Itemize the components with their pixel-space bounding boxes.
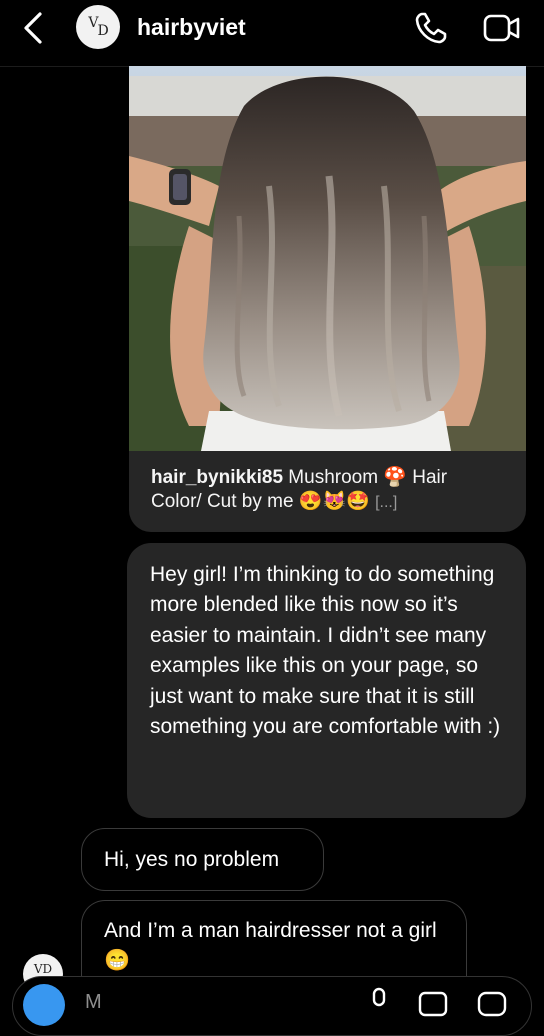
post-caption: hair_bynikki85 Mushroom 🍄 Hair Color/ Cu… xyxy=(151,466,511,515)
caption-text-line2: Color/ Cut by me 😍😻🤩 xyxy=(151,491,376,512)
message-text: And I’m a man hairdresser not a girl 😁 xyxy=(104,919,437,972)
avatar-initial-d: D xyxy=(97,23,108,39)
caption-more: [...] xyxy=(375,494,398,511)
microphone-icon[interactable] xyxy=(367,987,391,1017)
gallery-icon[interactable] xyxy=(417,987,449,1017)
caption-text-line1: Mushroom 🍄 Hair xyxy=(283,467,448,488)
video-camera-icon[interactable] xyxy=(482,10,522,46)
message-text: Hi, yes no problem xyxy=(104,848,280,871)
post-author[interactable]: hair_bynikki85 xyxy=(151,467,283,488)
message-bubble-outgoing[interactable]: Hey girl! I’m thinking to do something m… xyxy=(127,543,526,818)
shared-post[interactable]: hair_bynikki85 Mushroom 🍄 Hair Color/ Cu… xyxy=(129,66,526,532)
camera-icon[interactable] xyxy=(23,984,65,1026)
profile-avatar[interactable]: V D xyxy=(76,5,120,49)
post-photo[interactable] xyxy=(129,66,526,451)
chat-username[interactable]: hairbyviet xyxy=(137,14,246,41)
back-arrow-icon[interactable] xyxy=(18,10,50,46)
phone-icon[interactable] xyxy=(413,10,449,46)
chat-header: V D hairbyviet xyxy=(0,0,544,67)
message-input[interactable]: M xyxy=(85,991,102,1014)
sticker-icon[interactable] xyxy=(476,987,508,1017)
message-composer[interactable]: M xyxy=(12,976,532,1036)
avatar-initial-v: V xyxy=(88,15,98,31)
message-text: Hey girl! I’m thinking to do something m… xyxy=(150,563,501,739)
message-bubble-incoming[interactable]: Hi, yes no problem xyxy=(81,828,324,891)
sender-avatar-initials: VD xyxy=(33,962,53,976)
